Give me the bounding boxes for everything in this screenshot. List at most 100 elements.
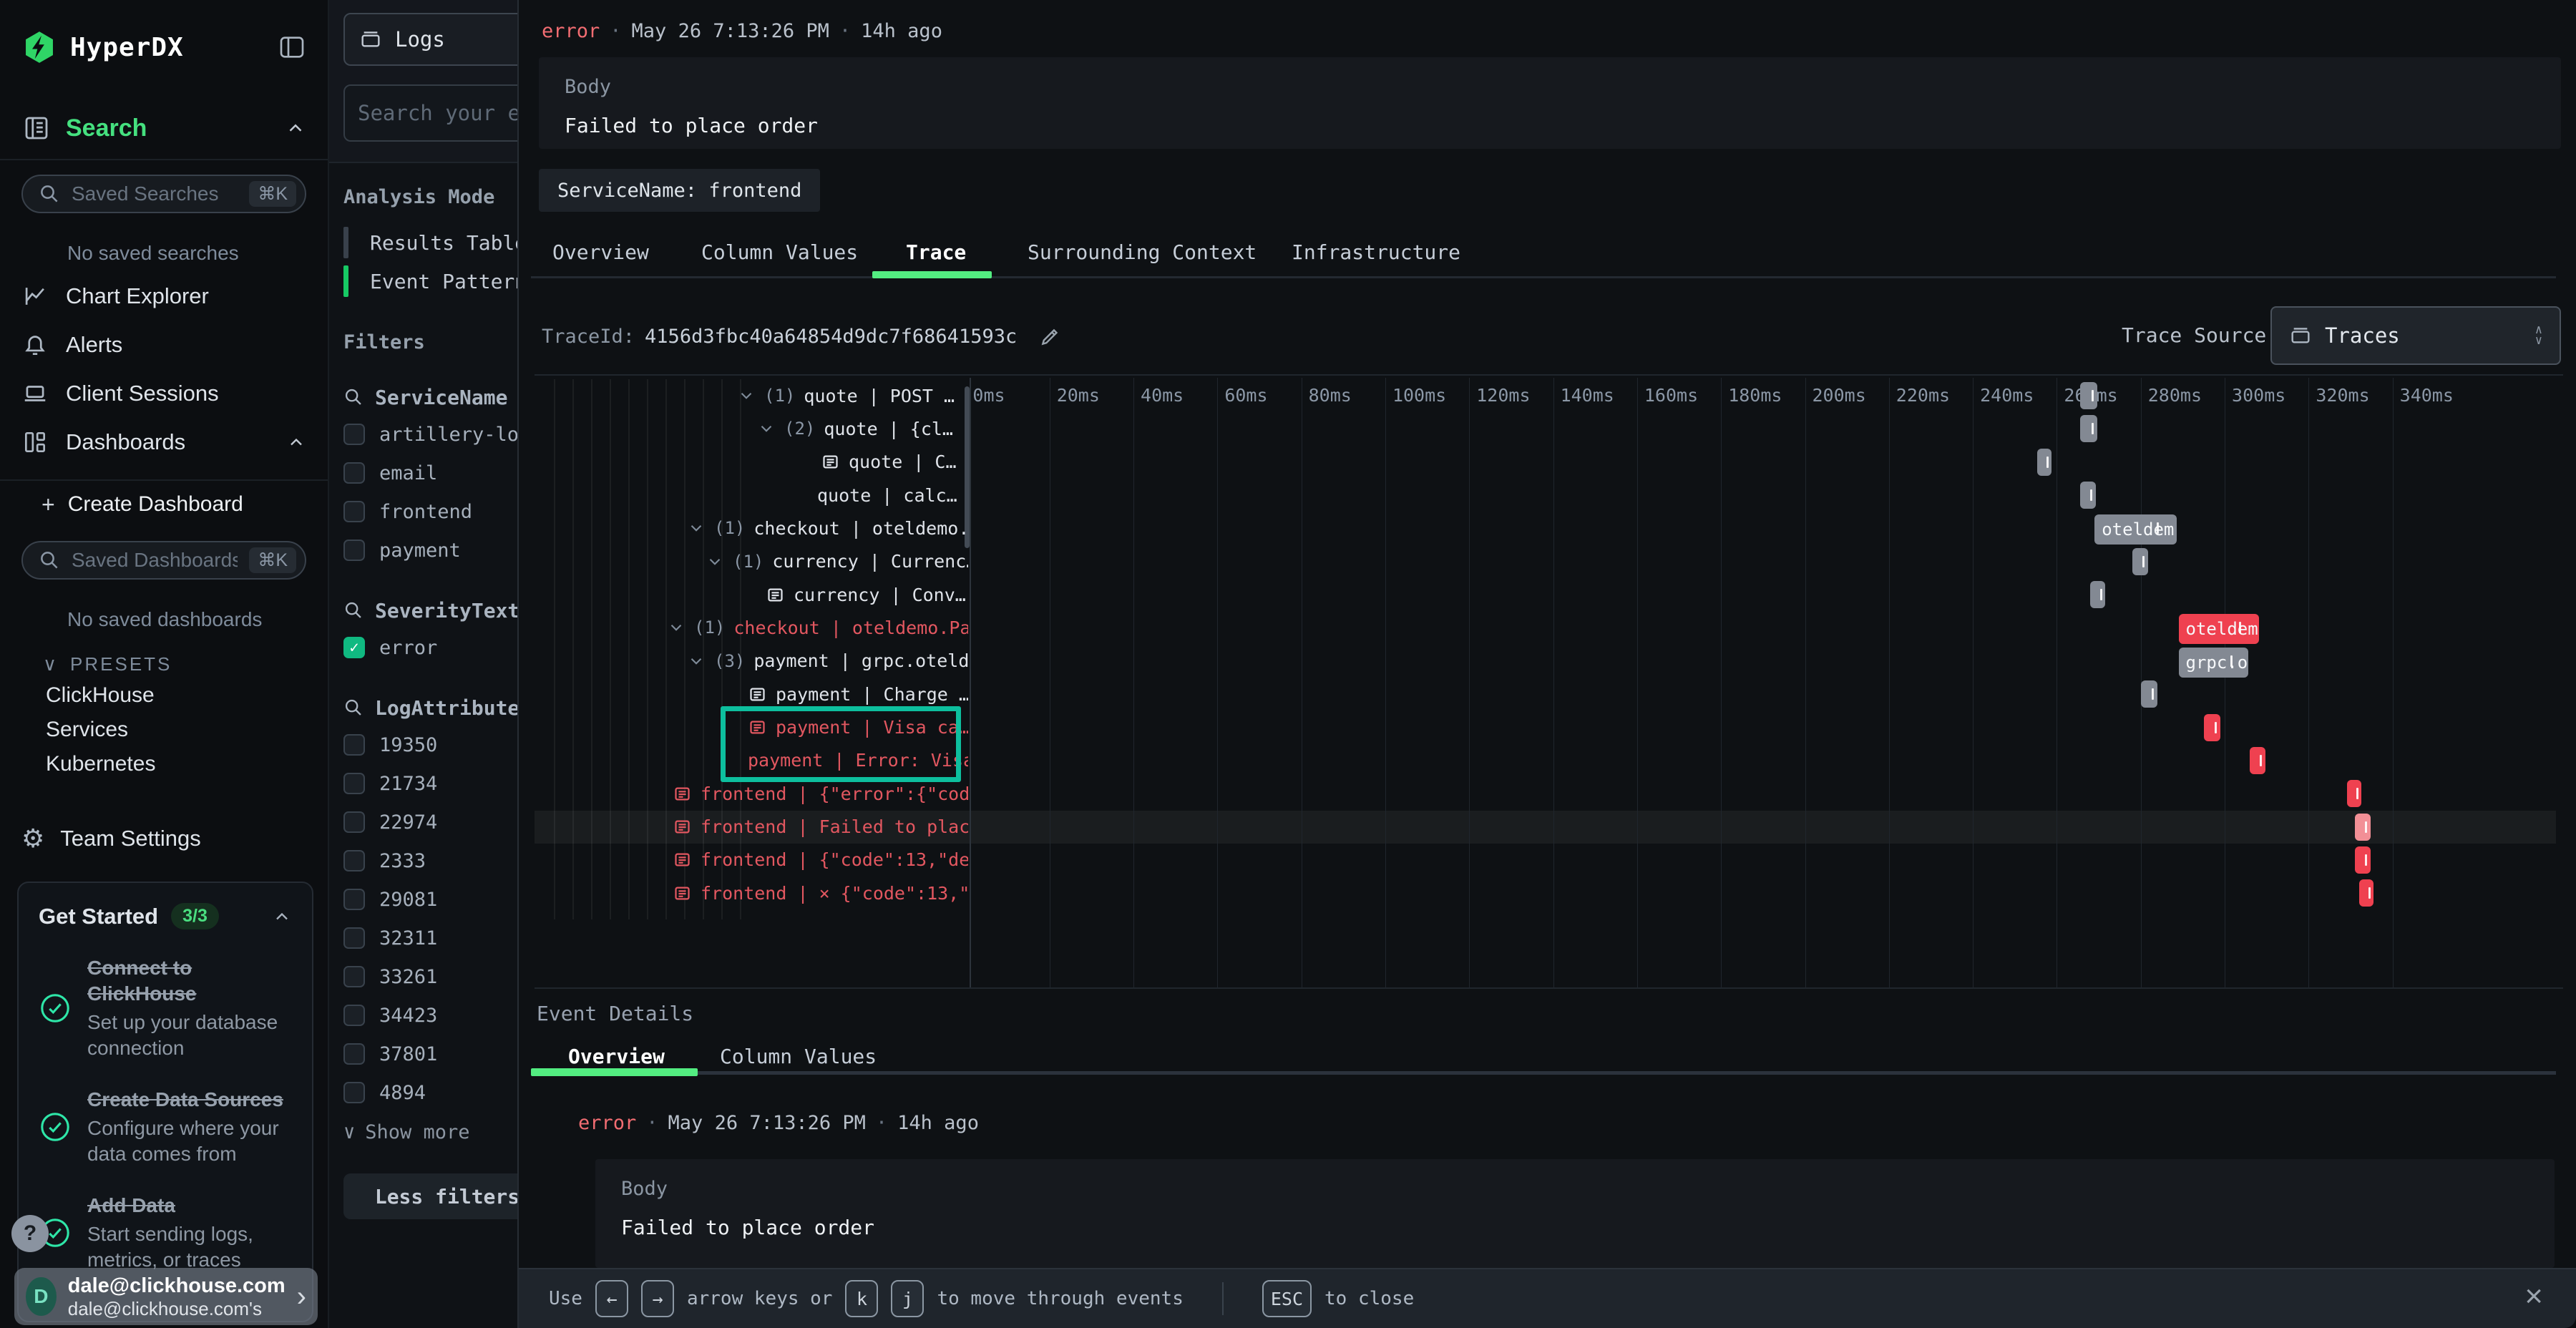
- checkbox[interactable]: [343, 773, 365, 794]
- chevron-down-icon[interactable]: [757, 419, 776, 438]
- span-bar[interactable]: [2090, 581, 2105, 608]
- trace-tree-row[interactable]: quote | C…: [519, 446, 968, 479]
- span-bar[interactable]: grpc.o: [2179, 648, 2248, 678]
- span-bar[interactable]: [2037, 449, 2051, 476]
- span-bar[interactable]: [2141, 680, 2157, 708]
- help-button[interactable]: ?: [11, 1215, 49, 1252]
- filter-option-33261[interactable]: 33261: [343, 960, 544, 993]
- tab-surrounding-context[interactable]: Surrounding Context: [1028, 240, 1257, 264]
- filter-option-frontend[interactable]: frontend: [343, 495, 544, 528]
- user-account-chip[interactable]: D dale@clickhouse.com dale@clickhouse.co…: [14, 1268, 318, 1325]
- show-more-button[interactable]: ∨Show more: [343, 1116, 544, 1148]
- trace-tree-row[interactable]: (2)quote | {cl…: [519, 412, 968, 445]
- tab-trace[interactable]: Trace: [906, 240, 966, 264]
- saved-searches-input[interactable]: Saved Searches ⌘K: [21, 175, 306, 213]
- filter-option-32311[interactable]: 32311: [343, 922, 544, 954]
- trace-tree-row[interactable]: (1)checkout | oteldemo.…: [519, 512, 968, 545]
- span-bar[interactable]: [2080, 482, 2096, 509]
- filter-option-2333[interactable]: 2333: [343, 844, 544, 877]
- sidebar-item-alerts[interactable]: Alerts: [21, 321, 306, 369]
- sidebar-item-client-sessions[interactable]: Client Sessions: [21, 369, 306, 418]
- checkbox[interactable]: [343, 889, 365, 910]
- checkbox[interactable]: [343, 1005, 365, 1026]
- presets-toggle[interactable]: ∨ PRESETS: [43, 650, 306, 678]
- filter-option-email[interactable]: email: [343, 456, 544, 489]
- trace-tree-row[interactable]: (1)quote | POST …: [519, 379, 968, 412]
- span-bar[interactable]: [2080, 382, 2097, 409]
- service-name-chip[interactable]: ServiceName: frontend: [539, 169, 820, 212]
- trace-tree-row[interactable]: frontend | {"error":{"code…: [519, 777, 968, 810]
- filter-group-header[interactable]: LogAttributes: [343, 693, 544, 723]
- span-bar[interactable]: [2355, 814, 2370, 841]
- sidebar-item-chart-explorer[interactable]: Chart Explorer: [21, 272, 306, 321]
- checkbox[interactable]: [343, 1043, 365, 1065]
- checkbox[interactable]: [343, 966, 365, 987]
- saved-dashboards-input[interactable]: Saved Dashboards ⌘K: [21, 541, 306, 580]
- chevron-down-icon[interactable]: [667, 618, 686, 637]
- filter-option-21734[interactable]: 21734: [343, 767, 544, 800]
- span-bar[interactable]: [2080, 415, 2097, 442]
- trace-tree-row[interactable]: frontend | Failed to place…: [519, 811, 968, 844]
- tab-column-values[interactable]: Column Values: [701, 240, 858, 264]
- filter-option-19350[interactable]: 19350: [343, 728, 544, 761]
- edit-pencil-icon[interactable]: [1038, 324, 1063, 348]
- checkbox[interactable]: [343, 424, 365, 445]
- checkbox[interactable]: [343, 540, 365, 561]
- span-bar[interactable]: [2347, 780, 2361, 807]
- filter-option-4894[interactable]: 4894: [343, 1076, 544, 1109]
- chevron-down-icon[interactable]: [737, 386, 756, 405]
- filter-option-34423[interactable]: 34423: [343, 999, 544, 1032]
- span-bar[interactable]: [2355, 846, 2370, 874]
- event-details-tab-column-values[interactable]: Column Values: [720, 1045, 877, 1068]
- trace-tree-row[interactable]: (1)checkout | oteldemo.Pa…: [519, 611, 968, 644]
- preset-services[interactable]: Services: [21, 713, 306, 747]
- filter-option-37801[interactable]: 37801: [343, 1038, 544, 1070]
- trace-tree-row[interactable]: (3)payment | grpc.oteld…: [519, 645, 968, 678]
- filter-group-header[interactable]: SeverityText: [343, 595, 544, 625]
- collapse-sidebar-icon[interactable]: [278, 33, 306, 62]
- trace-tree-row[interactable]: frontend | {"code":13,"det…: [519, 844, 968, 877]
- chevron-down-icon[interactable]: [687, 652, 706, 670]
- search-section-header[interactable]: Search: [21, 110, 306, 146]
- tab-overview[interactable]: Overview: [552, 240, 649, 264]
- span-bar[interactable]: [2250, 747, 2265, 774]
- analysis-mode-event-patterns[interactable]: Event Patterns: [343, 263, 544, 300]
- filter-option-29081[interactable]: 29081: [343, 883, 544, 916]
- preset-clickhouse[interactable]: ClickHouse: [21, 678, 306, 713]
- checkbox[interactable]: [343, 850, 365, 872]
- trace-tree-row[interactable]: quote | calc…: [519, 479, 968, 512]
- chevron-down-icon[interactable]: [687, 519, 706, 537]
- pane-divider[interactable]: [970, 378, 971, 987]
- filter-option-22974[interactable]: 22974: [343, 806, 544, 839]
- span-bar[interactable]: [2359, 879, 2374, 907]
- trace-tree-row[interactable]: frontend | × {"code":13,"d…: [519, 877, 968, 909]
- trace-source-select[interactable]: Traces ∧∨: [2270, 306, 2561, 365]
- trace-tree-row[interactable]: currency | Conv…: [519, 578, 968, 611]
- checkbox[interactable]: ✓: [343, 637, 365, 658]
- close-icon[interactable]: ×: [2520, 1278, 2547, 1315]
- filter-group-header[interactable]: ServiceName: [343, 382, 544, 412]
- tab-infrastructure[interactable]: Infrastructure: [1292, 240, 1460, 264]
- filter-option-artillery-loa[interactable]: artillery-loa: [343, 418, 544, 451]
- span-bar[interactable]: [2204, 714, 2220, 741]
- span-bar[interactable]: [2132, 548, 2148, 575]
- filter-option-error[interactable]: ✓error: [343, 631, 544, 664]
- team-settings-button[interactable]: ⚙ Team Settings: [21, 819, 306, 859]
- event-details-tab-overview[interactable]: Overview: [568, 1045, 665, 1068]
- sidebar-item-dashboards[interactable]: Dashboards: [21, 418, 306, 467]
- checkbox[interactable]: [343, 501, 365, 522]
- chevron-down-icon[interactable]: [706, 552, 724, 571]
- create-dashboard-button[interactable]: + Create Dashboard: [21, 482, 306, 527]
- checkbox[interactable]: [343, 734, 365, 756]
- checkbox[interactable]: [343, 1082, 365, 1103]
- checkbox[interactable]: [343, 811, 365, 833]
- checkbox[interactable]: [343, 462, 365, 484]
- analysis-mode-results-table[interactable]: Results Table: [343, 224, 544, 261]
- checkbox[interactable]: [343, 927, 365, 949]
- preset-kubernetes[interactable]: Kubernetes: [21, 747, 306, 781]
- filter-option-payment[interactable]: payment: [343, 534, 544, 567]
- span-bar[interactable]: oteldem: [2179, 614, 2260, 644]
- span-bar[interactable]: oteldem: [2094, 514, 2177, 545]
- get-started-header[interactable]: Get Started 3/3: [39, 903, 292, 929]
- source-select[interactable]: Logs: [343, 13, 534, 66]
